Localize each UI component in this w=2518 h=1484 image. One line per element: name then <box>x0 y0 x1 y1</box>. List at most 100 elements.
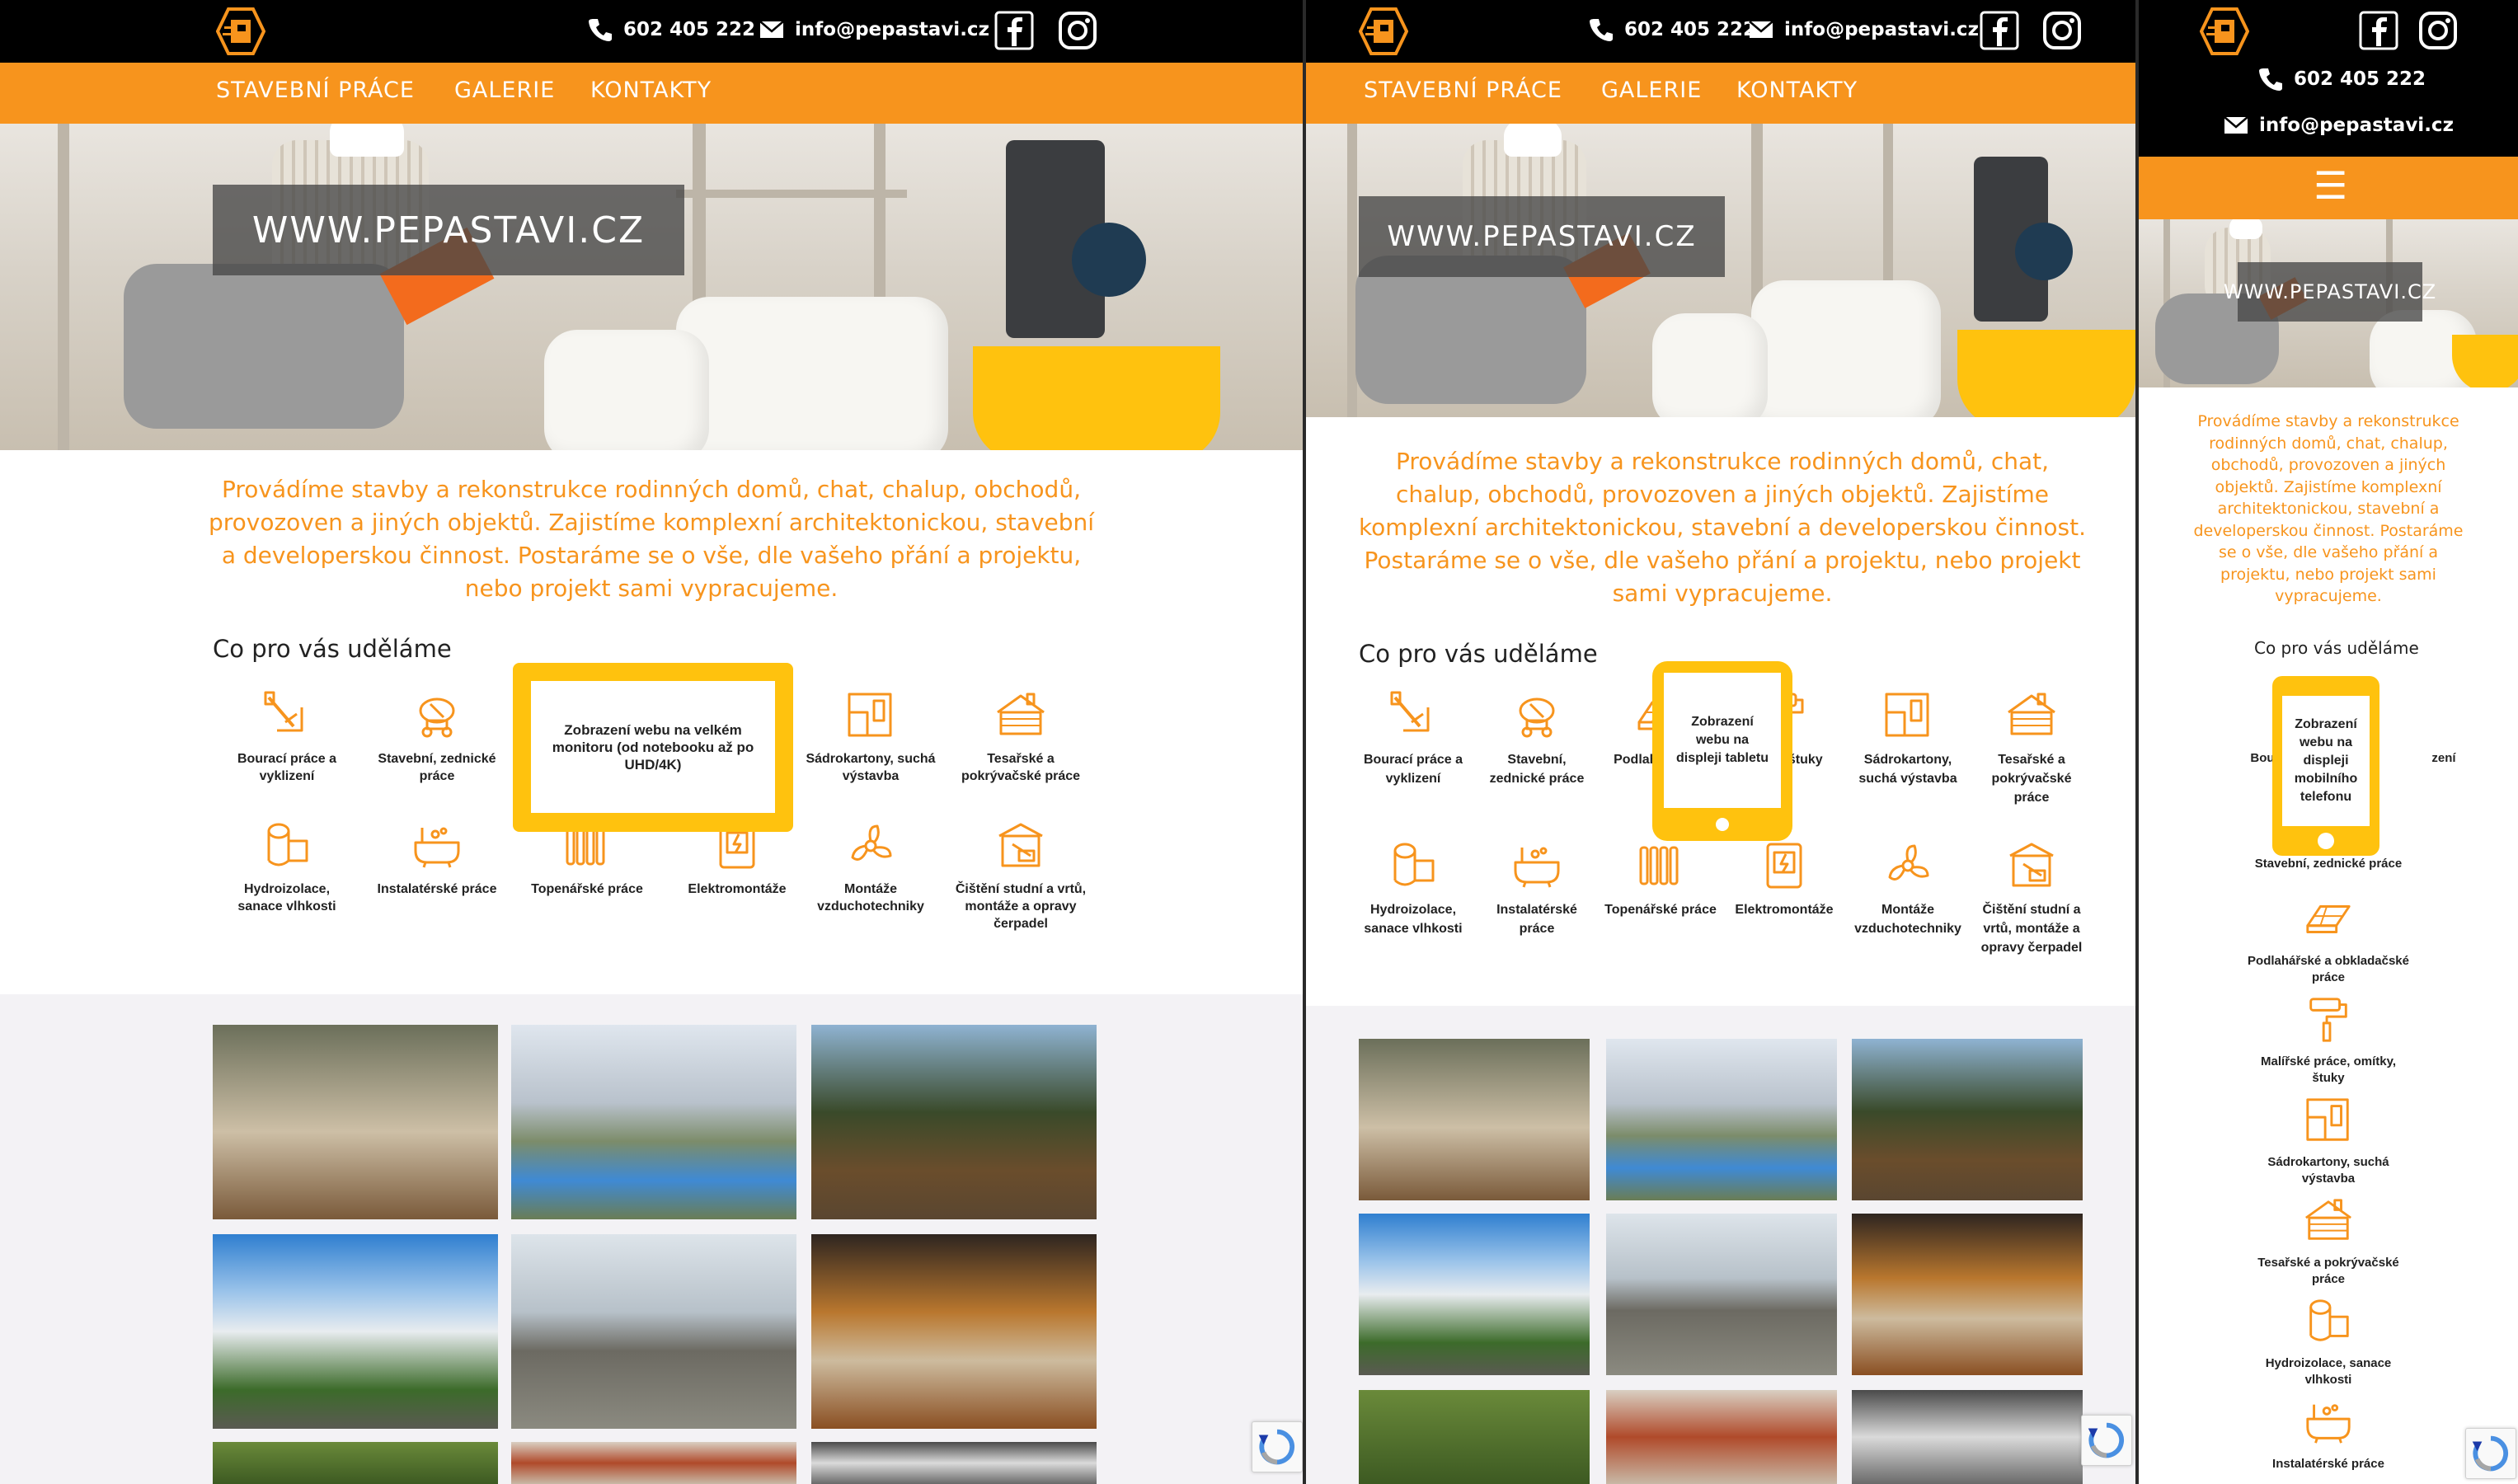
gallery-photo[interactable] <box>1852 1390 2083 1484</box>
service-item[interactable]: zení <box>2361 742 2518 767</box>
service-label: Hydroizolace, sanace vlhkosti <box>237 882 336 913</box>
service-item[interactable]: Sádrokartony, suchá výstavba <box>805 689 937 785</box>
gallery-photo[interactable] <box>1359 1214 1590 1375</box>
section-title: Co pro vás uděláme <box>213 635 452 663</box>
service-item[interactable]: Bourací práce a vyklizení <box>1355 689 1471 788</box>
facebook-icon[interactable] <box>2358 10 2399 51</box>
service-label: Instalatérské práce <box>377 882 497 896</box>
tablet-view: 602 405 222 info@pepastavi.cz STAVEBNÍ P… <box>1306 0 2135 1484</box>
fan-icon <box>1888 844 1929 881</box>
facebook-icon[interactable] <box>994 10 1035 51</box>
service-label: Elektromontáže <box>1735 903 1834 917</box>
instagram-icon[interactable] <box>2417 10 2459 51</box>
mixer-icon <box>1519 697 1555 738</box>
instagram-icon[interactable] <box>1057 10 1098 51</box>
service-label: Montáže vzduchotechniky <box>817 882 924 913</box>
service-label: Sádrokartony, suchá výstavba <box>1858 753 1957 786</box>
logo-icon[interactable] <box>215 7 266 56</box>
service-label: Hydroizolace, sanace vlhkosti <box>1364 903 1463 936</box>
recaptcha-badge[interactable] <box>1252 1421 1303 1472</box>
nav-kontakty[interactable]: KONTAKTY <box>590 77 712 103</box>
service-item[interactable]: Malířské práce, omítky, štuky <box>2246 994 2411 1087</box>
service-item[interactable]: Sádrokartony, suchá výstavba <box>1850 689 1966 788</box>
gallery-photo[interactable] <box>1606 1039 1837 1200</box>
service-label: Elektromontáže <box>688 882 787 896</box>
recaptcha-badge[interactable] <box>2465 1428 2516 1479</box>
gallery-photo[interactable] <box>811 1442 1097 1484</box>
service-label: Stavební, zednické práce <box>2254 857 2403 871</box>
phone-text: 602 405 222 <box>1624 19 1757 40</box>
email-text: info@pepastavi.cz <box>1784 19 1979 40</box>
mail-icon <box>2223 112 2249 139</box>
phone-text: 602 405 222 <box>2294 68 2426 90</box>
phone-link[interactable]: 602 405 222 <box>587 16 755 43</box>
service-item[interactable]: Hydroizolace, sanace vlhkosti <box>221 819 353 915</box>
radiator-icon <box>1639 846 1679 885</box>
desktop-monitor-overlay: Zobrazení webu na velkém monitoru (od no… <box>513 663 793 832</box>
gallery-photo[interactable] <box>1359 1390 1590 1484</box>
gallery-photo[interactable] <box>1606 1390 1837 1484</box>
gallery-photo[interactable] <box>511 1025 796 1219</box>
gallery-photo[interactable] <box>1359 1039 1590 1200</box>
service-item[interactable]: Topenářské práce <box>1603 839 1718 919</box>
service-item[interactable]: Čištění studní a vrtů, montáže a opravy … <box>1974 839 2089 957</box>
email-link[interactable]: info@pepastavi.cz <box>2223 112 2454 139</box>
service-item[interactable]: Instalatérské práce <box>1479 839 1595 938</box>
gallery-photo[interactable] <box>511 1234 796 1429</box>
service-label: Stavební, zednické práce <box>378 752 496 783</box>
nav-galerie[interactable]: GALERIE <box>454 77 555 103</box>
gallery-photo[interactable] <box>511 1442 796 1484</box>
service-label: Topenářské práce <box>531 882 643 896</box>
gallery-photo[interactable] <box>1606 1214 1837 1375</box>
hero-title: WWW.PEPASTAVI.CZ <box>213 185 684 275</box>
service-item[interactable]: Stavební, zednické práce <box>1479 689 1595 788</box>
phone-link[interactable]: 602 405 222 <box>1588 16 1756 43</box>
service-item[interactable]: Hydroizolace, sanace vlhkosti <box>1355 839 1471 938</box>
service-item[interactable]: Tesařské a pokrývačské práce <box>1974 689 2089 807</box>
facebook-icon[interactable] <box>1979 10 2020 51</box>
service-item[interactable]: Instalatérské práce <box>2246 1397 2411 1472</box>
nav-galerie[interactable]: GALERIE <box>1601 77 1702 103</box>
service-item[interactable]: Bourací práce a vyklizení <box>221 689 353 785</box>
email-link[interactable]: info@pepastavi.cz <box>1748 16 1979 43</box>
recaptcha-badge[interactable] <box>2081 1415 2132 1466</box>
intro-text: Provádíme stavby a rekonstrukce rodinnýc… <box>208 476 1095 602</box>
service-label: Sádrokartony, suchá výstavba <box>806 752 936 783</box>
menu-icon[interactable]: ☰ <box>2314 167 2347 204</box>
gallery-photo[interactable] <box>1852 1039 2083 1200</box>
service-item[interactable]: Montáže vzduchotechniky <box>1850 839 1966 938</box>
nav-kontakty[interactable]: KONTAKTY <box>1736 77 1858 103</box>
service-item[interactable]: Hydroizolace, sanace vlhkosti <box>2246 1296 2411 1388</box>
service-item[interactable]: Stavební, zednické práce <box>371 689 503 785</box>
gallery-photo[interactable] <box>811 1025 1097 1219</box>
service-item[interactable]: Tesařské a pokrývačské práce <box>2246 1195 2411 1288</box>
service-item[interactable]: Podlahářské a obkladačské práce <box>2246 894 2411 986</box>
tablet-overlay: Zobrazení webu na displeji tabletu <box>1652 661 1792 841</box>
nav-stavebni-prace[interactable]: STAVEBNÍ PRÁCE <box>216 77 415 103</box>
service-item[interactable]: Čištění studní a vrtů, montáže a opravy … <box>955 819 1087 932</box>
phone-icon <box>1588 16 1614 43</box>
service-item[interactable]: Instalatérské práce <box>371 819 503 898</box>
gallery-photo[interactable] <box>811 1234 1097 1429</box>
service-item[interactable]: Sádrokartony, suchá výstavba <box>2246 1095 2411 1187</box>
gallery-photo[interactable] <box>213 1442 498 1484</box>
nav-stavebni-prace[interactable]: STAVEBNÍ PRÁCE <box>1364 77 1562 103</box>
gallery-photo[interactable] <box>1852 1214 2083 1375</box>
demolition-icon <box>1390 691 1430 732</box>
service-item[interactable]: Montáže vzduchotechniky <box>805 819 937 915</box>
bathtub-icon <box>1514 847 1560 888</box>
logo-icon[interactable] <box>2199 7 2250 56</box>
phone-link[interactable]: 602 405 222 <box>2257 66 2426 92</box>
service-item[interactable]: Elektromontáže <box>1726 839 1842 919</box>
email-text: info@pepastavi.cz <box>795 19 989 40</box>
gallery-photo[interactable] <box>213 1234 498 1429</box>
phone-overlay: Zobrazení webu na displeji mobilního tel… <box>2272 676 2379 856</box>
instagram-icon[interactable] <box>2041 10 2083 51</box>
bathtub-icon <box>2306 1404 2351 1444</box>
gallery-photo[interactable] <box>213 1025 498 1219</box>
intro-text: Provádíme stavby a rekonstrukce rodinnýc… <box>1358 448 2087 607</box>
service-label: Instalatérské práce <box>1496 903 1577 936</box>
service-item[interactable]: Tesařské a pokrývačské práce <box>955 689 1087 785</box>
logo-icon[interactable] <box>1358 7 1409 56</box>
email-link[interactable]: info@pepastavi.cz <box>759 16 989 43</box>
